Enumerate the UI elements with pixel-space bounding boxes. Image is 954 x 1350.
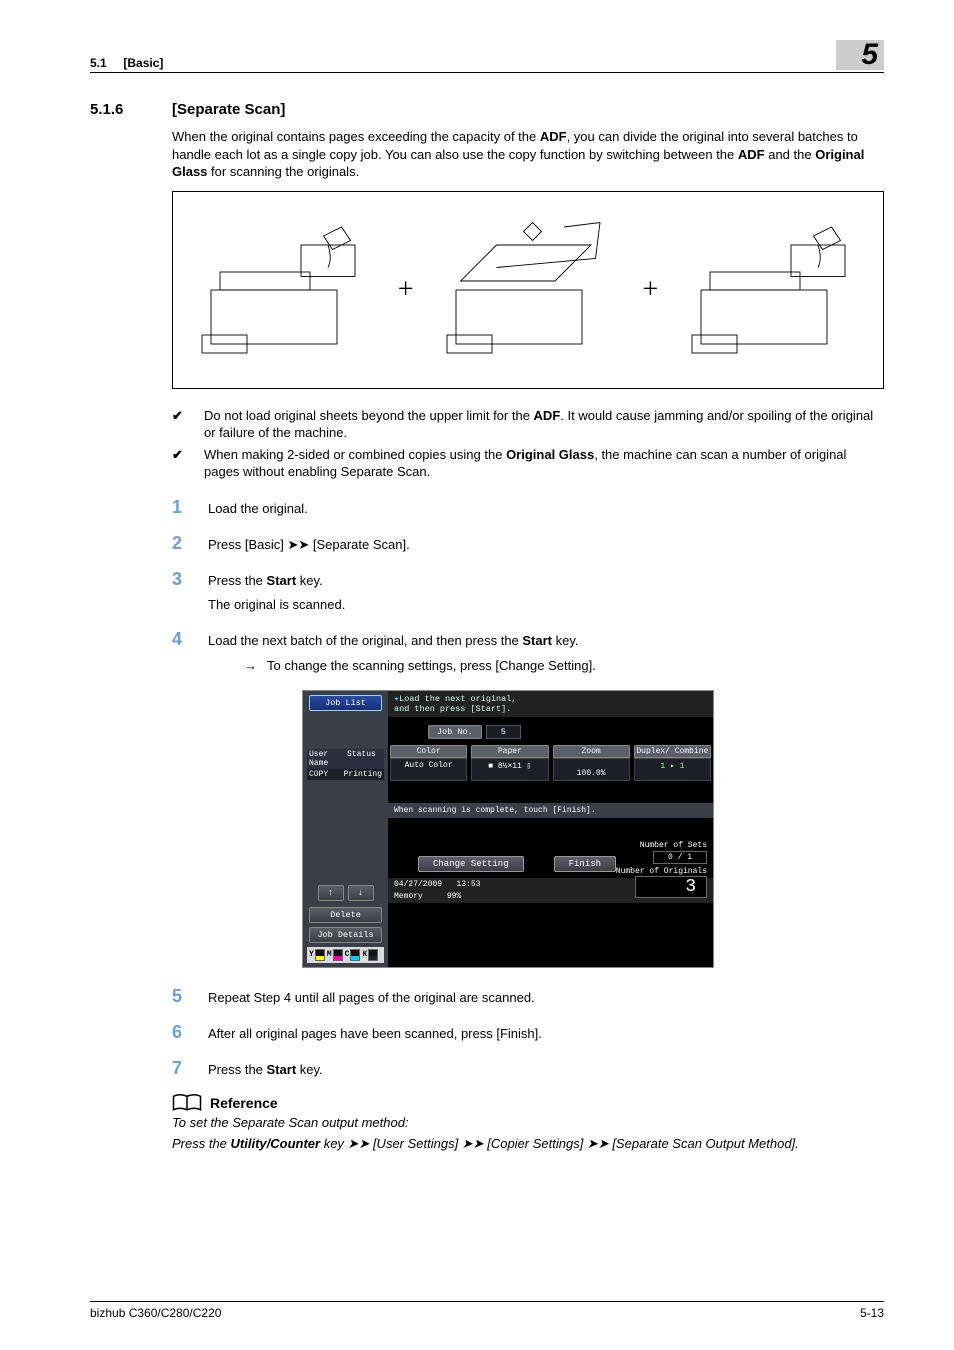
job-list-button[interactable]: Job List [309, 695, 382, 711]
step-number: 5 [172, 986, 190, 1007]
check-item: ✔ Do not load original sheets beyond the… [172, 407, 884, 442]
cell: 100.0% [553, 758, 630, 781]
footer-page-number: 5-13 [860, 1306, 884, 1320]
step-sub-item: → To change the scanning settings, press… [244, 657, 884, 676]
delete-button[interactable]: Delete [309, 907, 382, 923]
step-6: 6 After all original pages have been sca… [172, 1022, 884, 1044]
intro-bold: ADF [738, 147, 765, 162]
originals-value: 3 [635, 876, 707, 898]
check-item: ✔ When making 2-sided or combined copies… [172, 446, 884, 481]
toner-levels: Y M C K [307, 947, 384, 963]
lcd-main-area: ✦Load the next original, and then press … [388, 691, 713, 967]
originals-label: Number of Originals [616, 867, 707, 876]
arrow-down-button[interactable]: ↓ [348, 885, 374, 901]
step-number: 6 [172, 1022, 190, 1043]
arrow-up-button[interactable]: ↑ [318, 885, 344, 901]
lcd-message-bar: ✦Load the next original, and then press … [388, 691, 713, 717]
step-text: Repeat Step 4 until all pages of the ori… [208, 989, 884, 1008]
chapter-number: 5 [836, 40, 884, 70]
step-text: Press the Start key. [208, 1061, 884, 1080]
printer-adf-icon [683, 215, 863, 365]
header-section-number: 5.1 [90, 56, 107, 70]
col-header: Color [390, 745, 467, 758]
mem-value: 99% [447, 892, 461, 901]
col-header: Zoom [553, 745, 630, 758]
col-header: Status [347, 750, 376, 768]
cell: Auto Color [390, 758, 467, 781]
header-section-ref: 5.1 [Basic] [90, 56, 163, 70]
intro-text: and the [765, 147, 816, 162]
lcd-screenshot: Job List User Name Status COPY Printing [302, 690, 714, 968]
checkmark-icon: ✔ [172, 407, 186, 442]
step-text: Load the original. [208, 500, 884, 519]
step-text: After all original pages have been scann… [208, 1025, 884, 1044]
step-sub-text: To change the scanning settings, press [… [267, 657, 596, 676]
page-footer: bizhub C360/C280/C220 5-13 [90, 1301, 884, 1320]
reference-line2: Press the Utility/Counter key ➤➤ [User S… [172, 1136, 884, 1152]
step-3: 3 Press the Start key. The original is s… [172, 569, 884, 616]
intro-text: When the original contains pages exceedi… [172, 129, 540, 144]
step-number: 7 [172, 1058, 190, 1079]
step-number: 2 [172, 533, 190, 554]
intro-bold: ADF [540, 129, 567, 144]
jobno-value: 5 [486, 725, 521, 739]
step-subtext: The original is scanned. [208, 596, 884, 615]
page-header: 5.1 [Basic] 5 [90, 40, 884, 73]
cell: ■ 8½×11 ▯ [471, 758, 548, 781]
step-1: 1 Load the original. [172, 497, 884, 519]
check-text: When making 2-sided or combined copies u… [204, 446, 884, 481]
section-heading: 5.1.6 [Separate Scan] [90, 101, 884, 118]
plus-icon: + [398, 274, 414, 306]
lcd-message: and then press [Start]. [394, 704, 707, 714]
printer-glass-icon [438, 215, 618, 365]
step-text: Load the next batch of the original, and… [208, 632, 884, 676]
step-2: 2 Press [Basic] ➤➤ [Separate Scan]. [172, 533, 884, 555]
reference-heading: Reference [172, 1093, 884, 1113]
step-text: Press the Start key. The original is sca… [208, 572, 884, 616]
cell: 1 ▸ 1 [634, 758, 711, 781]
job-details-button[interactable]: Job Details [309, 927, 382, 943]
finish-button[interactable]: Finish [554, 856, 616, 872]
lcd-hint: When scanning is complete, touch [Finish… [388, 803, 713, 818]
mem-label: Memory [394, 892, 423, 901]
col-header: User Name [309, 750, 343, 768]
change-setting-button[interactable]: Change Setting [418, 856, 524, 872]
printer-adf-icon [193, 215, 373, 365]
book-icon [172, 1093, 202, 1113]
section-number: 5.1.6 [90, 101, 130, 118]
step-5: 5 Repeat Step 4 until all pages of the o… [172, 986, 884, 1008]
header-section-title: [Basic] [123, 56, 163, 70]
check-list: ✔ Do not load original sheets beyond the… [172, 407, 884, 481]
intro-text: for scanning the originals. [207, 164, 359, 179]
status-time: 13:53 [456, 880, 480, 889]
reference-title: Reference [210, 1095, 278, 1111]
step-4: 4 Load the next batch of the original, a… [172, 629, 884, 676]
col-header: Paper [471, 745, 548, 758]
status-date: 04/27/2009 [394, 880, 442, 889]
lcd-counts: Number of Sets 0 / 1 Number of Originals… [616, 841, 707, 898]
plus-icon: + [642, 274, 658, 306]
sets-label: Number of Sets [616, 841, 707, 850]
step-number: 3 [172, 569, 190, 590]
section-title: [Separate Scan] [172, 101, 285, 118]
cell: COPY [309, 770, 340, 779]
reference-line1: To set the Separate Scan output method: [172, 1115, 884, 1130]
check-text: Do not load original sheets beyond the u… [204, 407, 884, 442]
lcd-sidebar: Job List User Name Status COPY Printing [303, 691, 388, 967]
step-text: Press [Basic] ➤➤ [Separate Scan]. [208, 536, 884, 555]
footer-model: bizhub C360/C280/C220 [90, 1306, 221, 1320]
cell: Printing [344, 770, 382, 779]
illustration-box: + + [172, 191, 884, 389]
step-number: 1 [172, 497, 190, 518]
step-7: 7 Press the Start key. [172, 1058, 884, 1080]
intro-paragraph: When the original contains pages exceedi… [172, 128, 884, 181]
arrow-right-icon: → [244, 657, 257, 676]
lcd-message: Load the next original, [399, 694, 516, 704]
jobno-label: Job No. [428, 725, 482, 739]
lcd-job-table: User Name Status COPY Printing [307, 749, 384, 780]
step-number: 4 [172, 629, 190, 650]
checkmark-icon: ✔ [172, 446, 186, 481]
col-header: Duplex/ Combine [634, 745, 711, 758]
sets-value: 0 / 1 [653, 851, 707, 864]
